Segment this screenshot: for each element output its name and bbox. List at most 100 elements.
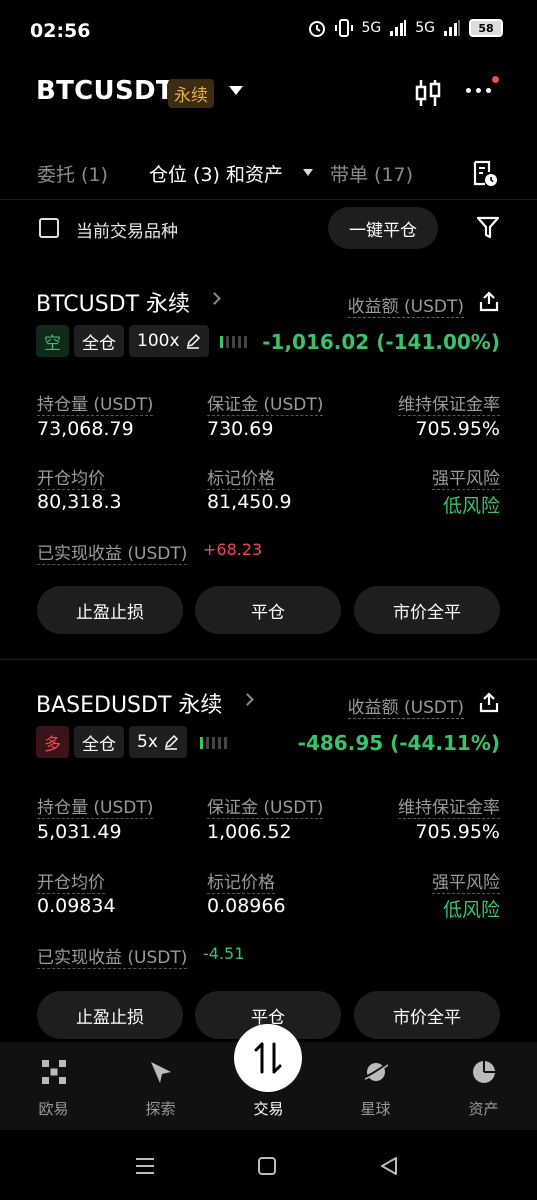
tab-positions[interactable]: 仓位 (3) 和资产 bbox=[149, 160, 283, 187]
signal-icon-2 bbox=[444, 20, 460, 36]
net-type-1: 5G bbox=[361, 20, 382, 36]
side-badge: 空 bbox=[36, 325, 69, 357]
nav-label: 资产 bbox=[468, 1100, 499, 1118]
alarm-icon bbox=[309, 21, 326, 37]
vibrate-icon bbox=[335, 19, 354, 37]
status-time: 02:56 bbox=[30, 20, 91, 42]
divider bbox=[0, 659, 537, 660]
position-card: BASEDUSDT 永续 收益额 (USDT) 多 全仓 5x -486.95 … bbox=[0, 659, 537, 1064]
chevron-right-icon[interactable] bbox=[241, 693, 254, 706]
okx-logo-icon bbox=[41, 1060, 66, 1084]
nav-label: 星球 bbox=[360, 1100, 391, 1118]
entry-price-label[interactable]: 开仓均价 bbox=[37, 868, 105, 894]
system-nav-bar bbox=[0, 1130, 537, 1200]
notification-dot bbox=[492, 76, 499, 83]
trade-arrows-icon bbox=[254, 1042, 282, 1074]
trade-button[interactable] bbox=[234, 1024, 302, 1092]
perpetual-badge: 永续 bbox=[168, 79, 214, 108]
close-all-button[interactable]: 一键平仓 bbox=[328, 207, 438, 249]
position-card: BTCUSDT 永续 收益额 (USDT) 空 全仓 100x -1,016.0… bbox=[0, 258, 537, 663]
nav-item-planet[interactable]: 星球 bbox=[322, 1042, 429, 1130]
entry-price-label[interactable]: 开仓均价 bbox=[37, 464, 105, 490]
net-type-2: 5G bbox=[415, 20, 435, 36]
risk-level-bars bbox=[220, 336, 247, 348]
mmr-label[interactable]: 维持保证金率 bbox=[398, 390, 500, 416]
home-icon[interactable] bbox=[258, 1157, 276, 1175]
market-close-button[interactable]: 市价全平 bbox=[354, 991, 500, 1039]
position-tabs: 委托 (1) 仓位 (3) 和资产 带单 (17) bbox=[0, 150, 537, 200]
margin-mode-tag[interactable]: 全仓 bbox=[74, 726, 124, 758]
mark-price-value: 81,450.9 bbox=[207, 491, 292, 513]
planet-icon bbox=[362, 1062, 389, 1081]
pair-title[interactable]: BTCUSDT bbox=[36, 76, 174, 106]
mmr-value: 705.95% bbox=[415, 821, 500, 843]
current-symbol-checkbox[interactable] bbox=[39, 218, 59, 238]
margin-value: 730.69 bbox=[207, 418, 274, 440]
nav-item-explore[interactable]: 探索 bbox=[107, 1042, 214, 1130]
pnl-label[interactable]: 收益额 (USDT) bbox=[347, 693, 464, 719]
nav-label: 探索 bbox=[145, 1100, 176, 1118]
realized-pnl-label[interactable]: 已实现收益 (USDT) bbox=[37, 539, 188, 565]
back-icon[interactable] bbox=[380, 1157, 398, 1175]
close-position-button[interactable]: 平仓 bbox=[195, 586, 341, 634]
more-icon[interactable] bbox=[466, 88, 491, 93]
leverage-tag[interactable]: 100x bbox=[129, 325, 209, 357]
pnl-value: -486.95 (-44.11%) bbox=[297, 731, 500, 755]
nav-item-assets[interactable]: 资产 bbox=[430, 1042, 537, 1130]
filter-row: 当前交易品种 一键平仓 bbox=[0, 205, 537, 253]
size-value: 5,031.49 bbox=[37, 821, 122, 843]
size-value: 73,068.79 bbox=[37, 418, 134, 440]
liq-risk-value: 低风险 bbox=[442, 495, 500, 517]
filter-icon[interactable] bbox=[476, 215, 500, 241]
realized-pnl-value: -4.51 bbox=[203, 944, 245, 963]
leverage-tag[interactable]: 5x bbox=[129, 726, 187, 758]
candlestick-chart-icon[interactable] bbox=[414, 78, 442, 108]
nav-label: 交易 bbox=[253, 1100, 284, 1118]
pnl-label[interactable]: 收益额 (USDT) bbox=[347, 292, 464, 318]
tp-sl-button[interactable]: 止盈止损 bbox=[37, 586, 183, 634]
nav-item-okx[interactable]: 欧易 bbox=[0, 1042, 107, 1130]
liq-risk-value: 低风险 bbox=[442, 899, 500, 921]
position-symbol[interactable]: BASEDUSDT 永续 bbox=[36, 687, 222, 719]
entry-price-value: 80,318.3 bbox=[37, 491, 122, 513]
edit-icon bbox=[186, 333, 200, 349]
status-bar: 02:56 5G 5G 58 bbox=[0, 0, 537, 62]
margin-mode-tag[interactable]: 全仓 bbox=[74, 325, 124, 357]
tab-positions-dropdown-icon[interactable] bbox=[303, 169, 313, 176]
edit-icon bbox=[164, 734, 178, 750]
margin-label[interactable]: 保证金 (USDT) bbox=[207, 390, 324, 416]
menu-icon[interactable] bbox=[135, 1157, 155, 1175]
signal-icon bbox=[390, 20, 407, 36]
current-symbol-label: 当前交易品种 bbox=[76, 222, 178, 242]
position-symbol[interactable]: BTCUSDT 永续 bbox=[36, 286, 190, 318]
margin-value: 1,006.52 bbox=[207, 821, 292, 843]
liq-risk-label[interactable]: 强平风险 bbox=[432, 868, 500, 894]
mark-price-label[interactable]: 标记价格 bbox=[207, 464, 275, 490]
share-icon[interactable] bbox=[478, 290, 500, 312]
pnl-value: -1,016.02 (-141.00%) bbox=[262, 330, 500, 354]
nav-label: 欧易 bbox=[38, 1100, 69, 1118]
margin-label[interactable]: 保证金 (USDT) bbox=[207, 793, 324, 819]
mark-price-value: 0.08966 bbox=[207, 895, 286, 917]
entry-price-value: 0.09834 bbox=[37, 895, 116, 917]
tp-sl-button[interactable]: 止盈止损 bbox=[37, 991, 183, 1039]
liq-risk-label[interactable]: 强平风险 bbox=[432, 464, 500, 490]
chevron-right-icon[interactable] bbox=[208, 292, 221, 305]
mmr-label[interactable]: 维持保证金率 bbox=[398, 793, 500, 819]
pie-chart-icon bbox=[472, 1061, 495, 1083]
share-icon[interactable] bbox=[478, 691, 500, 713]
market-close-button[interactable]: 市价全平 bbox=[354, 586, 500, 634]
mark-price-label[interactable]: 标记价格 bbox=[207, 868, 275, 894]
realized-pnl-label[interactable]: 已实现收益 (USDT) bbox=[37, 943, 188, 969]
size-label[interactable]: 持仓量 (USDT) bbox=[37, 390, 154, 416]
tab-copy-trades[interactable]: 带单 (17) bbox=[330, 160, 413, 187]
realized-pnl-value: +68.23 bbox=[203, 540, 263, 559]
pair-dropdown-icon[interactable] bbox=[229, 86, 243, 95]
compass-icon bbox=[150, 1062, 171, 1083]
history-document-icon[interactable] bbox=[472, 160, 498, 188]
size-label[interactable]: 持仓量 (USDT) bbox=[37, 793, 154, 819]
position-tags: 空 全仓 100x bbox=[36, 325, 209, 357]
mmr-value: 705.95% bbox=[415, 418, 500, 440]
tab-orders[interactable]: 委托 (1) bbox=[37, 160, 108, 187]
leverage-value: 100x bbox=[137, 331, 180, 351]
